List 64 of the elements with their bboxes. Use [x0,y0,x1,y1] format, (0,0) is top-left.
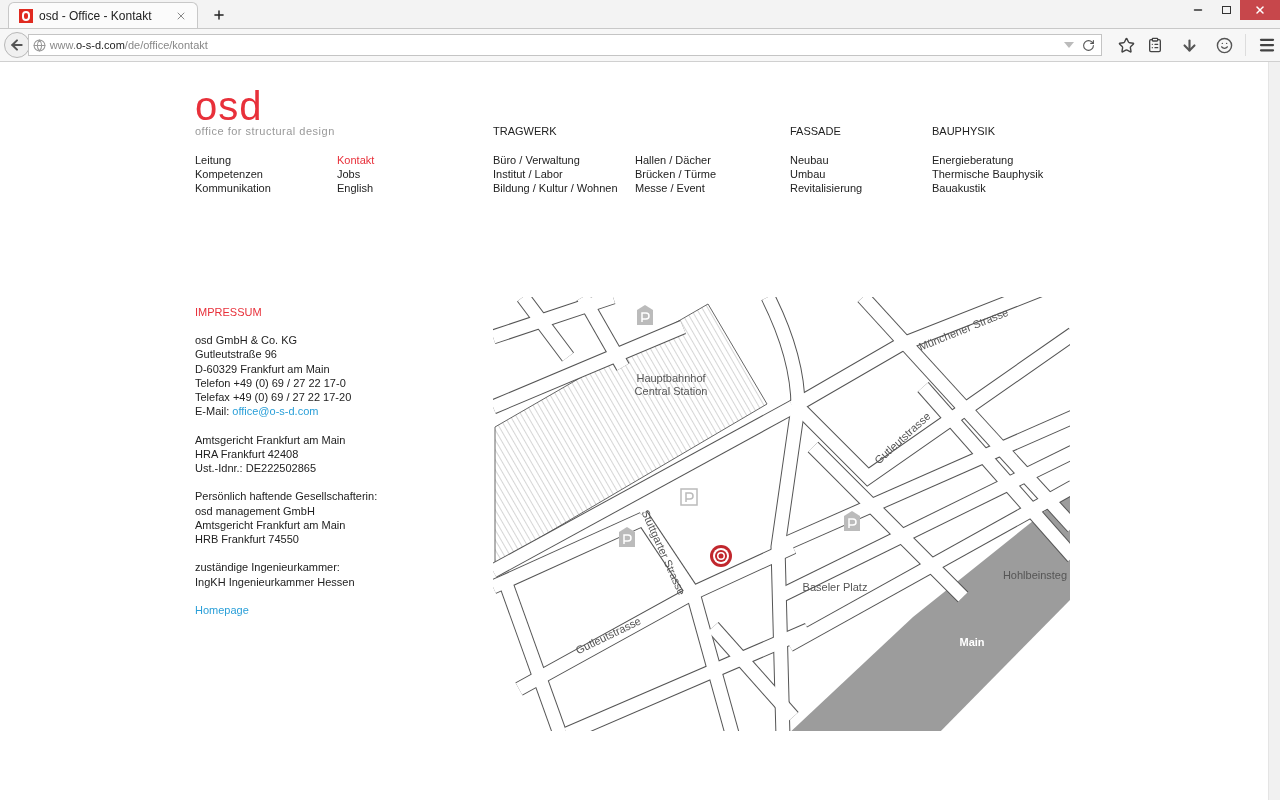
map-label: Hohlbeinsteg [1002,569,1068,581]
impressum-line: Gutleutstraße 96 [195,347,278,362]
nav-heading: BAUPHYSIK [932,124,996,138]
parking-icon [680,488,698,506]
chat-icon[interactable] [1216,36,1233,54]
nav-link[interactable]: Bildung / Kultur / Wohnen [493,181,635,195]
tab-title: osd - Office - Kontakt [39,7,153,25]
nav-link[interactable]: Kontakt [337,153,479,167]
nav-link[interactable]: Büro / Verwaltung [493,153,635,167]
nav-link[interactable]: Bauakustik [932,181,1074,195]
impressum-line: HRA Frankfurt 42408 [195,446,300,461]
nav-link[interactable]: Revitalisierung [790,181,932,195]
clipboard-icon[interactable] [1147,37,1163,53]
nav-heading: TRAGWERK [493,124,558,138]
logo-tagline: office for structural design [195,124,336,138]
url-text: www.o-s-d.com/de/office/kontakt [49,37,208,53]
parking-icon [619,527,635,547]
nav-link[interactable]: English [337,181,479,195]
nav-link[interactable]: Hallen / Dächer [635,153,777,167]
back-button[interactable] [4,32,30,58]
reload-icon[interactable] [1082,38,1095,52]
bookmark-star-icon[interactable] [1118,36,1135,54]
impressum-line: Telefax +49 (0) 69 / 27 22 17-20 [195,390,353,405]
map-label: Hauptbahnhof [636,372,706,384]
map-label: Central Station [634,385,708,397]
nav-heading: FASSADE [790,124,842,138]
logo-wordmark[interactable]: osd [195,89,263,123]
nav-link[interactable]: Neubau [790,153,932,167]
impressum-line: zuständige Ingenieurkammer: [195,560,341,575]
impressum-line: Ust.-Idnr.: DE222502865 [195,461,318,476]
globe-icon [32,38,46,52]
browser-tab[interactable]: osd - Office - Kontakt [8,2,198,28]
nav-link[interactable]: Jobs [337,167,479,181]
favicon-icon [19,8,33,23]
impressum-line: Persönlich haftende Gesellschafterin: [195,489,379,504]
download-icon[interactable] [1181,36,1198,54]
nav-link[interactable]: Kompetenzen [195,167,337,181]
impressum-line: IngKH Ingenieurkammer Hessen [195,574,356,589]
impressum-line: Amtsgericht Frankfurt am Main [195,517,347,532]
close-icon [1254,4,1266,16]
nav-link[interactable]: Umbau [790,167,932,181]
nav-link[interactable]: Thermische Bauphysik [932,167,1074,181]
nav-link[interactable]: Institut / Labor [493,167,635,181]
menu-icon[interactable] [1258,36,1276,54]
impressum-line: Amtsgericht Frankfurt am Main [195,432,347,447]
impressum-line: osd GmbH & Co. KG [195,333,299,348]
scrollbar[interactable] [1268,62,1280,800]
nav-link[interactable]: Messe / Event [635,181,777,195]
nav-link[interactable]: Brücken / Türme [635,167,777,181]
impressum-heading: IMPRESSUM [195,305,263,319]
map-label: Main [959,636,985,648]
impressum-line: Telefon +49 (0) 69 / 27 22 17-0 [195,375,347,390]
location-target-icon [710,545,732,567]
address-bar[interactable]: www.o-s-d.com/de/office/kontakt [27,34,1102,56]
impressum-line: D-60329 Frankfurt am Main [195,361,331,376]
parking-icon [637,305,653,325]
nav-link[interactable]: Energieberatung [932,153,1074,167]
parking-icon [844,511,860,531]
new-tab-icon[interactable] [212,8,226,22]
impressum-line: E-Mail: office@o-s-d.com [195,404,320,419]
nav-link[interactable]: Leitung [195,153,337,167]
nav-link[interactable]: Kommunikation [195,181,337,195]
impressum-line: osd management GmbH [195,503,316,518]
impressum-line: HRB Frankfurt 74550 [195,532,300,547]
